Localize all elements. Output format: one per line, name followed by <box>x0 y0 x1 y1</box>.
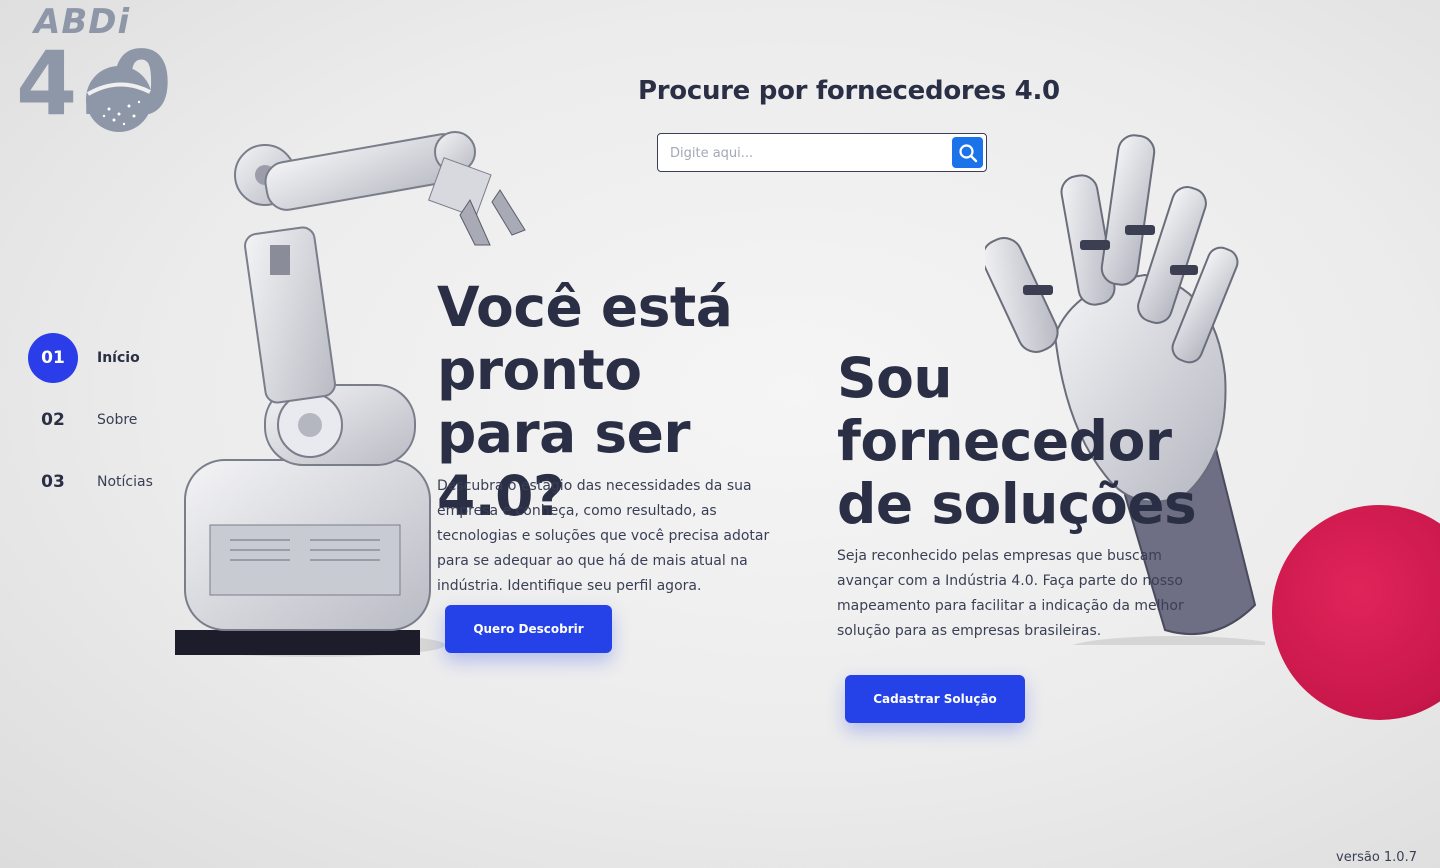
search-box <box>657 133 987 172</box>
side-nav: 01 Início 02 Sobre 03 Notícias <box>28 333 188 519</box>
nav-item-sobre[interactable]: 02 Sobre <box>28 395 188 457</box>
logo-dots-icon <box>86 66 152 132</box>
quero-descobrir-button[interactable]: Quero Descobrir <box>445 605 612 653</box>
nav-number: 01 <box>28 333 78 383</box>
logo[interactable]: ABDi 4.0 <box>14 2 172 137</box>
hero-left-description: Descubra o estágio das necessidades da s… <box>437 478 770 594</box>
nav-label: Início <box>97 350 140 366</box>
nav-number: 03 <box>41 472 65 492</box>
decorative-red-circle <box>1272 505 1440 720</box>
nav-item-inicio[interactable]: 01 Início <box>28 333 188 395</box>
nav-label: Notícias <box>97 474 153 490</box>
hero-right-title: Sou fornecedor de soluções <box>837 346 1197 536</box>
hero-right-description: Seja reconhecido pelas empresas que busc… <box>837 548 1184 639</box>
nav-number: 02 <box>41 410 65 430</box>
cadastrar-solucao-button[interactable]: Cadastrar Solução <box>845 675 1025 723</box>
search-icon <box>958 143 977 162</box>
search-button[interactable] <box>952 137 983 168</box>
search-input[interactable] <box>670 142 940 164</box>
version-label: versão 1.0.7 <box>1336 850 1417 865</box>
nav-label: Sobre <box>97 412 138 428</box>
search-title: Procure por fornecedores 4.0 <box>638 76 1060 106</box>
nav-item-noticias[interactable]: 03 Notícias <box>28 457 188 519</box>
